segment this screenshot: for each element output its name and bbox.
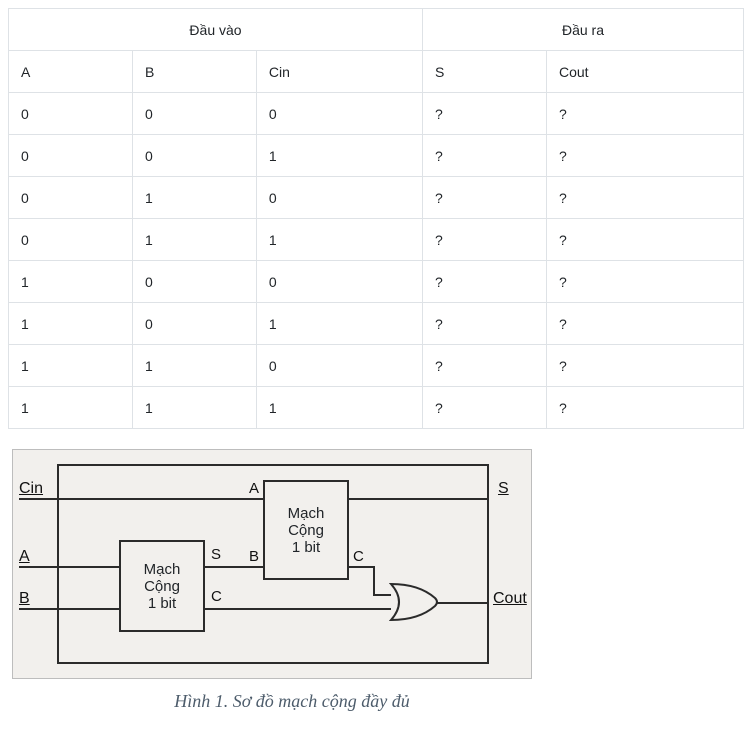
col-header-cout: Cout [546, 51, 743, 93]
cell-a: 0 [9, 219, 133, 261]
cell-a: 1 [9, 387, 133, 429]
cell-cout: ? [546, 387, 743, 429]
block2-line1: Mạch [288, 505, 325, 522]
wire-cin-to-s [19, 498, 489, 500]
ext-label-b: B [19, 590, 30, 608]
wire-cout [437, 602, 489, 604]
cell-cin: 0 [256, 93, 422, 135]
table-row: 0 1 0 ? ? [9, 177, 744, 219]
table-row: 0 1 1 ? ? [9, 219, 744, 261]
cell-s: ? [423, 387, 547, 429]
col-header-s: S [423, 51, 547, 93]
cell-a: 1 [9, 261, 133, 303]
table-row: 1 0 1 ? ? [9, 303, 744, 345]
ext-label-cout: Cout [493, 590, 527, 608]
wire-ha1c-or [205, 608, 391, 610]
cell-cin: 1 [256, 387, 422, 429]
pin-ha1-c: C [211, 588, 222, 605]
cell-s: ? [423, 135, 547, 177]
col-header-b: B [132, 51, 256, 93]
cell-a: 1 [9, 345, 133, 387]
col-header-cin: Cin [256, 51, 422, 93]
cell-cin: 1 [256, 219, 422, 261]
pin-ha2-a: A [249, 480, 259, 497]
cell-cout: ? [546, 219, 743, 261]
cell-cin: 0 [256, 261, 422, 303]
cell-cout: ? [546, 135, 743, 177]
pin-ha1-s: S [211, 546, 221, 563]
cell-cout: ? [546, 93, 743, 135]
cell-cin: 0 [256, 177, 422, 219]
table-row: 1 1 1 ? ? [9, 387, 744, 429]
cell-b: 0 [132, 135, 256, 177]
ext-label-cin: Cin [19, 480, 43, 498]
cell-b: 0 [132, 93, 256, 135]
cell-cin: 0 [256, 345, 422, 387]
cell-cin: 1 [256, 135, 422, 177]
cell-a: 0 [9, 135, 133, 177]
half-adder-2: Mạch Cộng 1 bit [263, 480, 349, 580]
cell-cout: ? [546, 303, 743, 345]
block1-line2: Cộng [144, 578, 180, 595]
block2-line3: 1 bit [292, 539, 320, 556]
wire-ha2c-h [349, 566, 375, 568]
cell-cin: 1 [256, 303, 422, 345]
wire-ha1s-ha2b [205, 566, 263, 568]
ext-label-s: S [498, 480, 509, 498]
truth-table: Đầu vào Đầu ra A B Cin S Cout 0 0 0 ? ? … [8, 8, 744, 429]
block1-line1: Mạch [144, 561, 181, 578]
wire-a-in [19, 566, 119, 568]
table-row: 0 0 0 ? ? [9, 93, 744, 135]
ext-label-a: A [19, 548, 30, 566]
half-adder-1: Mạch Cộng 1 bit [119, 540, 205, 632]
cell-cout: ? [546, 345, 743, 387]
cell-s: ? [423, 219, 547, 261]
cell-b: 1 [132, 345, 256, 387]
cell-s: ? [423, 261, 547, 303]
cell-a: 1 [9, 303, 133, 345]
group-header-inputs: Đầu vào [9, 9, 423, 51]
cell-b: 0 [132, 261, 256, 303]
block1-line3: 1 bit [148, 595, 176, 612]
pin-ha2-c: C [353, 548, 364, 565]
pin-ha2-b: B [249, 548, 259, 565]
cell-cout: ? [546, 177, 743, 219]
table-row: 1 0 0 ? ? [9, 261, 744, 303]
cell-s: ? [423, 303, 547, 345]
cell-cout: ? [546, 261, 743, 303]
table-row: 0 0 1 ? ? [9, 135, 744, 177]
cell-b: 1 [132, 177, 256, 219]
cell-b: 1 [132, 387, 256, 429]
col-header-a: A [9, 51, 133, 93]
cell-a: 0 [9, 93, 133, 135]
wire-b-in [19, 608, 119, 610]
cell-b: 0 [132, 303, 256, 345]
cell-a: 0 [9, 177, 133, 219]
diagram-caption: Hình 1. Sơ đồ mạch cộng đầy đủ [12, 691, 572, 712]
wire-ha2c-v [373, 566, 375, 596]
block2-line2: Cộng [288, 522, 324, 539]
table-row: 1 1 0 ? ? [9, 345, 744, 387]
cell-s: ? [423, 177, 547, 219]
cell-s: ? [423, 345, 547, 387]
group-header-outputs: Đầu ra [423, 9, 744, 51]
full-adder-diagram: Cin A B S Cout Mạch Cộng 1 bit S C Mạch … [12, 449, 532, 679]
cell-s: ? [423, 93, 547, 135]
cell-b: 1 [132, 219, 256, 261]
